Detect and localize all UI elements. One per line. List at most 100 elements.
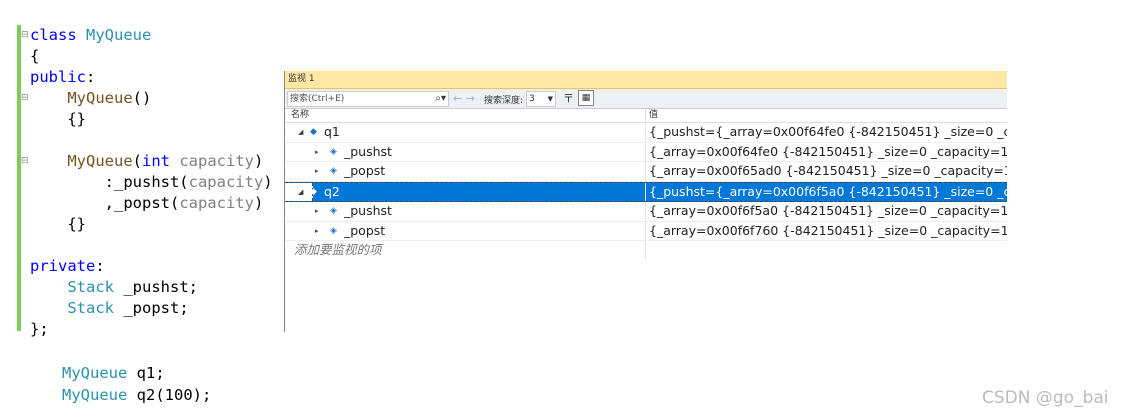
watch-row-name: q1: [324, 124, 340, 139]
code-token: ): [253, 194, 264, 212]
watch-rows: ◢ ◆ q1 {_pushst={_array=0x00f64fe0 {-842150…: [285, 123, 1007, 241]
watch-row-value[interactable]: {_pushst={_array=0x00f6f5a0 {-842150451}…: [649, 183, 1007, 201]
watch-row-value[interactable]: {_array=0x00f6f760 {-842150451} _size=0 …: [649, 222, 1007, 240]
watch-toolbar: 搜索(Ctrl+E) ⌕▾ ← → 搜索深度: 3 ▼ 〒 ▦: [285, 89, 1007, 109]
code-token: ,_popst(: [30, 194, 180, 212]
fold-toggle-ctor1[interactable]: ⊟: [21, 93, 29, 103]
member-field-icon: ◈: [330, 225, 337, 236]
watch-row[interactable]: ▸ ◈ _popst {_array=0x00f6f760 {-842150451} …: [285, 221, 1007, 241]
code-token: MyQueue: [86, 26, 152, 44]
watch-row-name: _popst: [344, 163, 386, 178]
member-field-icon: ◈: [330, 206, 337, 216]
watch-row-name: _pushst: [344, 203, 392, 218]
watch-window: 监视 1 搜索(Ctrl+E) ⌕▾ ← → 搜索深度: 3 ▼ 〒 ▦ 名称 …: [284, 71, 1007, 332]
code-token: };: [30, 320, 49, 338]
fold-toggle-class[interactable]: ⊟: [21, 30, 29, 40]
column-header-name[interactable]: 名称: [291, 109, 309, 122]
collapsed-arrow-icon[interactable]: ▸: [315, 222, 319, 240]
watch-row-value[interactable]: {_array=0x00f6f5a0 {-842150451} _size=0 …: [649, 202, 1007, 220]
code-token: :: [95, 257, 105, 275]
code-line[interactable]: MyQueue(int capacity): [30, 151, 273, 172]
code-token: capacity: [188, 173, 264, 191]
code-line[interactable]: MyQueue q1;: [62, 362, 211, 384]
search-input[interactable]: 搜索(Ctrl+E) ⌕▾: [287, 91, 449, 107]
code-token: q1;: [127, 364, 165, 382]
code-token: _pushst;: [114, 278, 198, 296]
add-watch-item-label: 添加要监视的项: [294, 242, 382, 257]
code-line[interactable]: ,_popst(capacity): [30, 193, 273, 214]
code-token: public: [30, 68, 86, 86]
code-line[interactable]: };: [30, 319, 273, 340]
watch-row[interactable]: ▸ ◈ _pushst {_array=0x00f6f5a0 {-842150451}…: [285, 202, 1007, 222]
code-line[interactable]: MyQueue(): [30, 88, 273, 109]
grid-view-icon[interactable]: ▦: [578, 90, 594, 106]
code-editor[interactable]: class MyQueue{public: MyQueue() {} MyQue…: [30, 25, 273, 340]
collapsed-arrow-icon[interactable]: ▸: [315, 202, 319, 220]
search-depth-select[interactable]: 3 ▼: [526, 91, 556, 107]
watch-header: 名称 值: [285, 109, 1007, 123]
code-token: _popst;: [114, 299, 189, 317]
watch-row[interactable]: ◢ ◆ q2 {_pushst={_array=0x00f6f5a0 {-842150…: [285, 181, 1007, 202]
add-watch-item[interactable]: 添加要监视的项: [285, 241, 1007, 259]
watch-row[interactable]: ▸ ◈ _popst {_array=0x00f65ad0 {-842150451} …: [285, 162, 1007, 182]
object-icon: ◆: [310, 127, 317, 137]
code-line[interactable]: Stack _pushst;: [30, 277, 273, 298]
column-divider: [645, 202, 646, 220]
column-divider: [645, 123, 646, 141]
code-line[interactable]: {}: [30, 109, 273, 130]
watch-title[interactable]: 监视 1: [285, 71, 1007, 89]
nav-arrows-icon[interactable]: ← →: [453, 92, 475, 105]
change-indicator-bar: [17, 25, 21, 331]
code-token: {}: [30, 215, 86, 233]
code-token: Stack: [67, 278, 114, 296]
code-token: MyQueue: [67, 152, 133, 170]
code-line[interactable]: {: [30, 46, 273, 67]
watch-row[interactable]: ◢ ◆ q1 {_pushst={_array=0x00f64fe0 {-842150…: [285, 123, 1007, 143]
expanded-arrow-icon[interactable]: ◢: [298, 183, 303, 201]
code-token: (): [132, 89, 152, 107]
column-divider: [645, 221, 646, 240]
column-header-value[interactable]: 值: [649, 109, 658, 122]
search-depth-value: 3: [529, 94, 535, 104]
column-divider: [645, 142, 646, 161]
code-line[interactable]: class MyQueue: [30, 25, 273, 46]
collapsed-arrow-icon[interactable]: ▸: [315, 143, 319, 161]
code-line[interactable]: Stack _popst;: [30, 298, 273, 319]
code-token: (: [132, 152, 142, 170]
expanded-arrow-icon[interactable]: ◢: [298, 123, 303, 141]
code-token: class: [30, 26, 86, 44]
object-icon: ◆: [310, 186, 317, 197]
search-icon[interactable]: ⌕▾: [435, 92, 446, 106]
code-token: MyQueue: [67, 89, 133, 107]
code-line[interactable]: public:: [30, 67, 273, 88]
code-token: {}: [30, 110, 86, 128]
watch-row-name: _pushst: [344, 143, 392, 159]
watermark: CSDN @go_bai: [982, 388, 1109, 408]
code-line[interactable]: :_pushst(capacity): [30, 172, 273, 193]
watch-row[interactable]: ▸ ◈ _pushst {_array=0x00f64fe0 {-842150451}…: [285, 142, 1007, 162]
member-field-icon: ◈: [330, 146, 337, 157]
column-divider[interactable]: [645, 109, 646, 122]
watch-row-value[interactable]: {_array=0x00f64fe0 {-842150451} _size=0 …: [649, 143, 1007, 161]
code-line[interactable]: private:: [30, 256, 273, 277]
code-token: ): [263, 173, 273, 191]
code-editor-main[interactable]: MyQueue q1; MyQueue q2(100);: [62, 362, 211, 406]
column-divider: [645, 182, 646, 201]
collapsed-arrow-icon[interactable]: ▸: [315, 162, 319, 180]
pin-icon[interactable]: 〒: [563, 90, 574, 106]
code-token: :: [86, 68, 96, 86]
code-token: ): [254, 152, 264, 170]
watch-row-value[interactable]: {_pushst={_array=0x00f64fe0 {-842150451}…: [649, 123, 1007, 141]
fold-toggle-ctor2[interactable]: ⊟: [21, 156, 29, 166]
code-line[interactable]: [30, 235, 273, 256]
code-token: capacity: [179, 194, 254, 212]
code-token: {: [30, 47, 40, 65]
code-line[interactable]: [30, 130, 273, 151]
code-line[interactable]: MyQueue q2(100);: [62, 384, 211, 406]
code-token: MyQueue: [62, 364, 128, 382]
watch-row-value[interactable]: {_array=0x00f65ad0 {-842150451} _size=0 …: [649, 162, 1007, 180]
code-line[interactable]: {}: [30, 214, 273, 235]
